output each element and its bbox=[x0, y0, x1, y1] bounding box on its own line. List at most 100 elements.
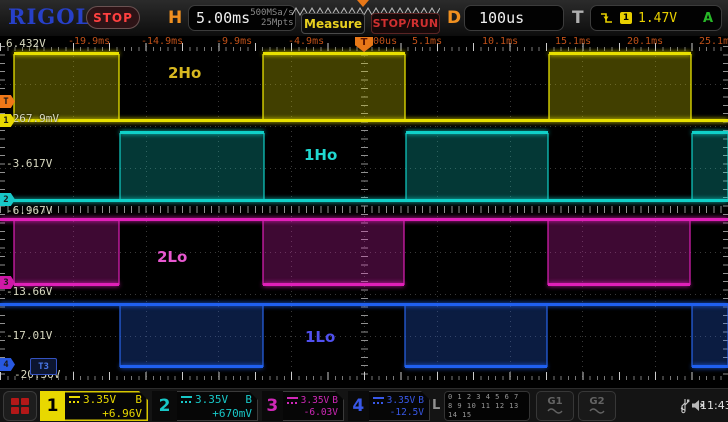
waveform-display: -19.9ms-14.9ms-9.9ms-4.9ms100us5.1ms10.1… bbox=[0, 36, 728, 388]
delay-label: D bbox=[447, 8, 461, 28]
time-label: -19.9ms bbox=[68, 36, 110, 47]
logic-row-2: 8 9 10 11 12 13 14 15 bbox=[448, 402, 526, 420]
ch1-pulse-line bbox=[14, 52, 119, 55]
ch4-edge bbox=[691, 305, 693, 367]
voltage-label: -6.967V bbox=[6, 204, 52, 217]
channel-4-level-marker[interactable]: 4 bbox=[0, 358, 15, 371]
channel-2-number: 2 bbox=[152, 391, 177, 421]
channel-3-scale: 3.35V bbox=[301, 395, 330, 406]
ch4-edge bbox=[262, 305, 264, 367]
ch3-edge bbox=[547, 220, 549, 285]
ch1-edge bbox=[690, 54, 692, 121]
ch3-annotation-label: 2Lo bbox=[157, 248, 187, 266]
trigger-source-badge: 1 bbox=[620, 12, 632, 24]
ch4-edge bbox=[546, 305, 548, 367]
sine-icon bbox=[547, 407, 563, 415]
ch3-pulse-fill bbox=[14, 220, 119, 284]
ch1-edge bbox=[118, 54, 120, 121]
ch3-edge bbox=[118, 220, 120, 285]
generator-2-label: G2 bbox=[589, 397, 604, 407]
usb-icon bbox=[680, 398, 690, 414]
ch1-edge bbox=[262, 54, 264, 121]
ch2-edge bbox=[263, 133, 265, 201]
ch4-pulse-line bbox=[120, 365, 263, 368]
ch2-pulse-fill bbox=[120, 133, 264, 200]
channel-4-scale: 3.35V bbox=[387, 395, 416, 406]
channel-1-box[interactable]: 1 3.35V B +6.96V bbox=[40, 391, 148, 421]
channel-3-box[interactable]: 3 3.35V B -6.03V bbox=[262, 391, 344, 421]
time-label: 10.1ms bbox=[482, 36, 518, 47]
menu-grid-icon bbox=[11, 398, 29, 414]
time-label: -14.9ms bbox=[141, 36, 183, 47]
time-label: 5.1ms bbox=[412, 36, 442, 47]
channel-4-box[interactable]: 4 3.35V B -12.5V bbox=[348, 391, 430, 421]
acquisition-status-badge[interactable]: STOP bbox=[86, 6, 140, 29]
voltage-label: -17.01V bbox=[6, 329, 52, 342]
logic-label: L bbox=[432, 398, 440, 413]
ch4-edge bbox=[119, 305, 121, 367]
voltage-label: -3.617V bbox=[6, 157, 52, 170]
ch3-pulse-line bbox=[548, 283, 690, 286]
top-scale-voltage-label: 6.432V bbox=[6, 37, 46, 50]
clock: 11:43 bbox=[700, 399, 728, 412]
channel-2-box[interactable]: 2 3.35V B +670mV bbox=[152, 391, 258, 421]
logic-row-1: 0 1 2 3 4 5 6 7 bbox=[448, 393, 526, 402]
dc-coupling-icon bbox=[69, 395, 80, 404]
dc-coupling-icon bbox=[373, 396, 384, 405]
trigger-level-value: 1.47V bbox=[638, 11, 677, 26]
ch1-pulse-line bbox=[263, 52, 405, 55]
ch2-pulse-line bbox=[120, 131, 264, 134]
trigger-section-label: T bbox=[572, 8, 584, 28]
time-label: -4.9ms bbox=[288, 36, 324, 47]
bottom-time-ruler bbox=[0, 372, 728, 380]
ch4-pulse-line bbox=[405, 365, 547, 368]
ch4-rest-line bbox=[0, 303, 728, 306]
time-label: 15.1ms bbox=[555, 36, 591, 47]
ch2-rest-line bbox=[0, 199, 728, 202]
trigger-info-box[interactable]: 1 1.47V A bbox=[590, 5, 722, 31]
channel-4-offset: -12.5V bbox=[373, 407, 424, 418]
ch3-edge bbox=[403, 220, 405, 285]
ch2-edge bbox=[119, 133, 121, 201]
channel-2-bandwidth: B bbox=[245, 393, 252, 406]
channel-2-scale: 3.35V bbox=[195, 393, 228, 406]
channel-1-bandwidth: B bbox=[135, 393, 142, 406]
generator-2-button[interactable]: G2 bbox=[578, 391, 616, 421]
ch2-annotation-label: 1Ho bbox=[304, 146, 337, 164]
horizontal-label: H bbox=[168, 8, 182, 28]
ch4-pulse-fill bbox=[120, 305, 263, 366]
measure-button[interactable]: Measure bbox=[301, 13, 365, 34]
ch3-pulse-fill bbox=[263, 220, 404, 284]
ch4-pulse-line bbox=[692, 365, 728, 368]
ch4-edge bbox=[404, 305, 406, 367]
stop-run-button[interactable]: STOP/RUN bbox=[371, 13, 440, 34]
ch2-pulse-fill bbox=[406, 133, 548, 200]
voltage-label: -267.9mV bbox=[6, 112, 59, 125]
timebase-value: 5.00ms bbox=[196, 9, 250, 27]
ch2-edge bbox=[547, 133, 549, 201]
channel-2-offset: +670mV bbox=[181, 407, 252, 420]
menu-button[interactable] bbox=[3, 391, 37, 421]
logic-channels-box[interactable]: 0 1 2 3 4 5 6 7 8 9 10 11 12 13 14 15 bbox=[444, 391, 530, 421]
sine-icon bbox=[589, 407, 605, 415]
ch1-edge bbox=[404, 54, 406, 121]
rigol-logo: RIGOL bbox=[8, 4, 91, 29]
ch2-edge bbox=[691, 133, 693, 201]
ch1-pulse-fill bbox=[14, 54, 119, 120]
channel-1-offset: +6.96V bbox=[69, 407, 142, 420]
trigger-position-pointer-icon bbox=[357, 0, 369, 7]
delay-box[interactable]: 100us bbox=[464, 5, 564, 31]
ch3-pulse-line bbox=[263, 283, 404, 286]
generator-1-button[interactable]: G1 bbox=[536, 391, 574, 421]
ch3-edge bbox=[689, 220, 691, 285]
ch1-annotation-label: 2Ho bbox=[168, 64, 201, 82]
dc-coupling-icon bbox=[181, 395, 192, 404]
ch2-pulse-line bbox=[692, 131, 728, 134]
trigger-mode-indicator: A bbox=[703, 11, 713, 26]
timebase-box[interactable]: 5.00ms 500MSa/s 25Mpts bbox=[188, 5, 296, 31]
ch3-edge bbox=[262, 220, 264, 285]
ch1-edge bbox=[548, 54, 550, 121]
channel-1-number: 1 bbox=[40, 391, 65, 421]
oscilloscope-screen: RIGOL STOP H 5.00ms 500MSa/s 25Mpts Meas… bbox=[0, 0, 728, 422]
channel-3-number: 3 bbox=[262, 391, 283, 421]
